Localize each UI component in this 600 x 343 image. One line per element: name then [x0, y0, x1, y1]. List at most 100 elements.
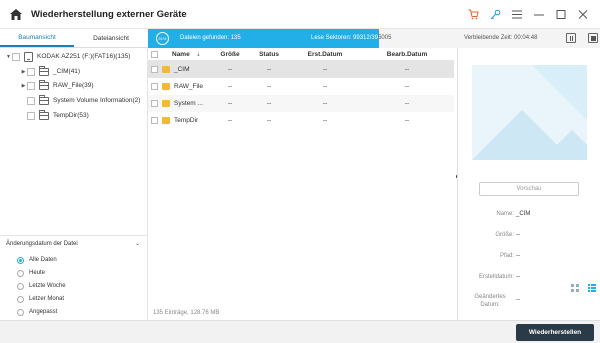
- preview-button[interactable]: Vorschau: [479, 182, 579, 196]
- row-status: --: [266, 66, 272, 73]
- column-status[interactable]: Status: [248, 51, 290, 58]
- table-row[interactable]: RAW_File -- -- -- --: [148, 78, 454, 95]
- progress-percent: 51%: [156, 32, 169, 45]
- prop-value: --: [516, 232, 520, 238]
- tree-item-system-volume[interactable]: System Volume Information(2): [20, 94, 140, 107]
- folder-icon: [39, 109, 49, 120]
- column-name[interactable]: Name ⇣: [160, 51, 212, 58]
- prop-label: Erstelldatum:: [478, 274, 514, 280]
- row-checkbox-cell: [148, 66, 160, 73]
- row-size: --: [227, 100, 233, 107]
- radio-button[interactable]: [17, 256, 24, 264]
- prop-value: --: [516, 274, 520, 280]
- radio-button[interactable]: [17, 308, 24, 316]
- key-icon[interactable]: [484, 4, 506, 26]
- row-name: System ...: [174, 100, 203, 107]
- row-status: --: [266, 100, 272, 107]
- row-checkbox[interactable]: [150, 66, 158, 73]
- prop-value: --: [516, 297, 520, 303]
- collapse-arrow-icon[interactable]: ▼: [5, 54, 12, 60]
- column-created[interactable]: Erst.Datum: [290, 51, 360, 58]
- title-bar: Wiederherstellung externer Geräte: [0, 0, 600, 29]
- list-view-icon[interactable]: [588, 284, 596, 294]
- expand-arrow-icon[interactable]: ▶: [20, 83, 27, 89]
- recover-button[interactable]: Wiederherstellen: [516, 324, 594, 341]
- drive-icon: [24, 51, 33, 62]
- radio-button[interactable]: [17, 269, 24, 277]
- filter-option-last-week[interactable]: Letzte Woche: [17, 281, 66, 291]
- tab-tree-view[interactable]: Baumansicht: [0, 29, 74, 47]
- row-size: --: [227, 66, 233, 73]
- sectors-label: Lese Sektoren:: [311, 35, 352, 41]
- drive-label: KODAK AZ251 (F:)(FAT16)(135): [37, 53, 131, 60]
- tree-item-label: _CIM(41): [53, 68, 81, 75]
- filter-title: Änderungsdatum der Datei: [6, 241, 78, 247]
- table-row[interactable]: System ... -- -- -- --: [148, 95, 454, 112]
- tree-item-tempdir[interactable]: TempDir(53): [20, 109, 89, 122]
- stop-button[interactable]: [588, 33, 598, 43]
- prop-label: Name:: [496, 211, 514, 217]
- home-icon[interactable]: [9, 7, 23, 21]
- filter-option-today[interactable]: Heute: [17, 268, 45, 278]
- filter-option-label: Alle Daten: [29, 257, 57, 263]
- row-checkbox-cell: [148, 100, 160, 107]
- row-status: --: [266, 117, 272, 124]
- tree-checkbox[interactable]: [27, 81, 35, 90]
- row-status: --: [266, 83, 272, 90]
- row-checkbox[interactable]: [150, 117, 158, 124]
- tree-item-label: RAW_File(39): [53, 82, 94, 89]
- pause-button[interactable]: [566, 33, 576, 43]
- sectors-read: Lese Sektoren: 99312/395005: [311, 35, 391, 41]
- select-all-checkbox[interactable]: [150, 50, 158, 58]
- stop-icon: [590, 35, 596, 41]
- app-title: Wiederherstellung externer Geräte: [31, 8, 187, 20]
- radio-button[interactable]: [17, 282, 24, 290]
- menu-icon[interactable]: [506, 4, 528, 26]
- row-name: RAW_File: [174, 83, 204, 90]
- expand-arrow-icon[interactable]: ▶: [20, 69, 27, 75]
- table-row[interactable]: TempDir -- -- -- --: [148, 112, 454, 129]
- filter-option-label: Letzte Woche: [29, 283, 66, 289]
- prop-label: Geändertes Datum:: [474, 294, 506, 308]
- tree-item-raw-file[interactable]: ▶ RAW_File(39): [20, 79, 94, 92]
- tree-item-label: System Volume Information(2): [53, 97, 141, 104]
- row-checkbox[interactable]: [150, 83, 158, 90]
- tree-item-cim[interactable]: ▶ _CIM(41): [20, 65, 80, 78]
- tree-checkbox[interactable]: [27, 67, 35, 76]
- view-tabs: Baumansicht Dateiansicht: [0, 29, 148, 48]
- filter-option-all[interactable]: Alle Daten: [17, 255, 57, 265]
- tab-file-view[interactable]: Dateiansicht: [74, 29, 148, 47]
- row-name-cell: System ...: [160, 100, 212, 107]
- cart-icon[interactable]: [462, 4, 484, 26]
- row-name: _CIM: [174, 66, 190, 73]
- prop-path: Pfad: --: [458, 253, 600, 263]
- row-modified: --: [404, 100, 410, 107]
- table-row[interactable]: _CIM -- -- -- --: [148, 61, 454, 78]
- tree-checkbox[interactable]: [27, 111, 35, 120]
- prop-size: Größe: --: [458, 232, 600, 242]
- column-modified[interactable]: Bearb.Datum: [360, 51, 454, 58]
- scan-progress-bar: 51% Dateien gefunden: 135 Lese Sektoren:…: [148, 29, 600, 48]
- prop-modified: Geändertes Datum: --: [458, 293, 600, 311]
- minimize-icon[interactable]: [528, 4, 550, 26]
- close-icon[interactable]: [572, 4, 594, 26]
- tree-panel: ▼ KODAK AZ251 (F:)(FAT16)(135) ▶ _CIM(41…: [0, 48, 148, 235]
- row-checkbox[interactable]: [150, 100, 158, 107]
- entries-summary: 135 Einträge, 128.76 MB: [153, 310, 220, 316]
- sectors-value: 99312/39: [353, 35, 379, 41]
- tree-checkbox[interactable]: [27, 96, 35, 105]
- chevron-down-icon[interactable]: ⌄: [135, 240, 140, 247]
- filter-option-last-month[interactable]: Letzer Monat: [17, 294, 64, 304]
- tree-item-label: TempDir(53): [53, 112, 89, 119]
- sort-icon[interactable]: ⇣: [196, 51, 201, 58]
- tree-drive-row[interactable]: ▼ KODAK AZ251 (F:)(FAT16)(135): [5, 50, 130, 63]
- grid-view-icon[interactable]: [571, 284, 579, 294]
- row-created: --: [322, 66, 328, 73]
- radio-button[interactable]: [17, 295, 24, 303]
- maximize-icon[interactable]: [550, 4, 572, 26]
- column-name-label: Name: [172, 50, 190, 58]
- filter-option-custom[interactable]: Angepasst: [17, 307, 57, 317]
- prop-created: Erstelldatum: --: [458, 274, 600, 284]
- tree-checkbox[interactable]: [12, 52, 20, 61]
- column-size[interactable]: Größe: [212, 51, 248, 58]
